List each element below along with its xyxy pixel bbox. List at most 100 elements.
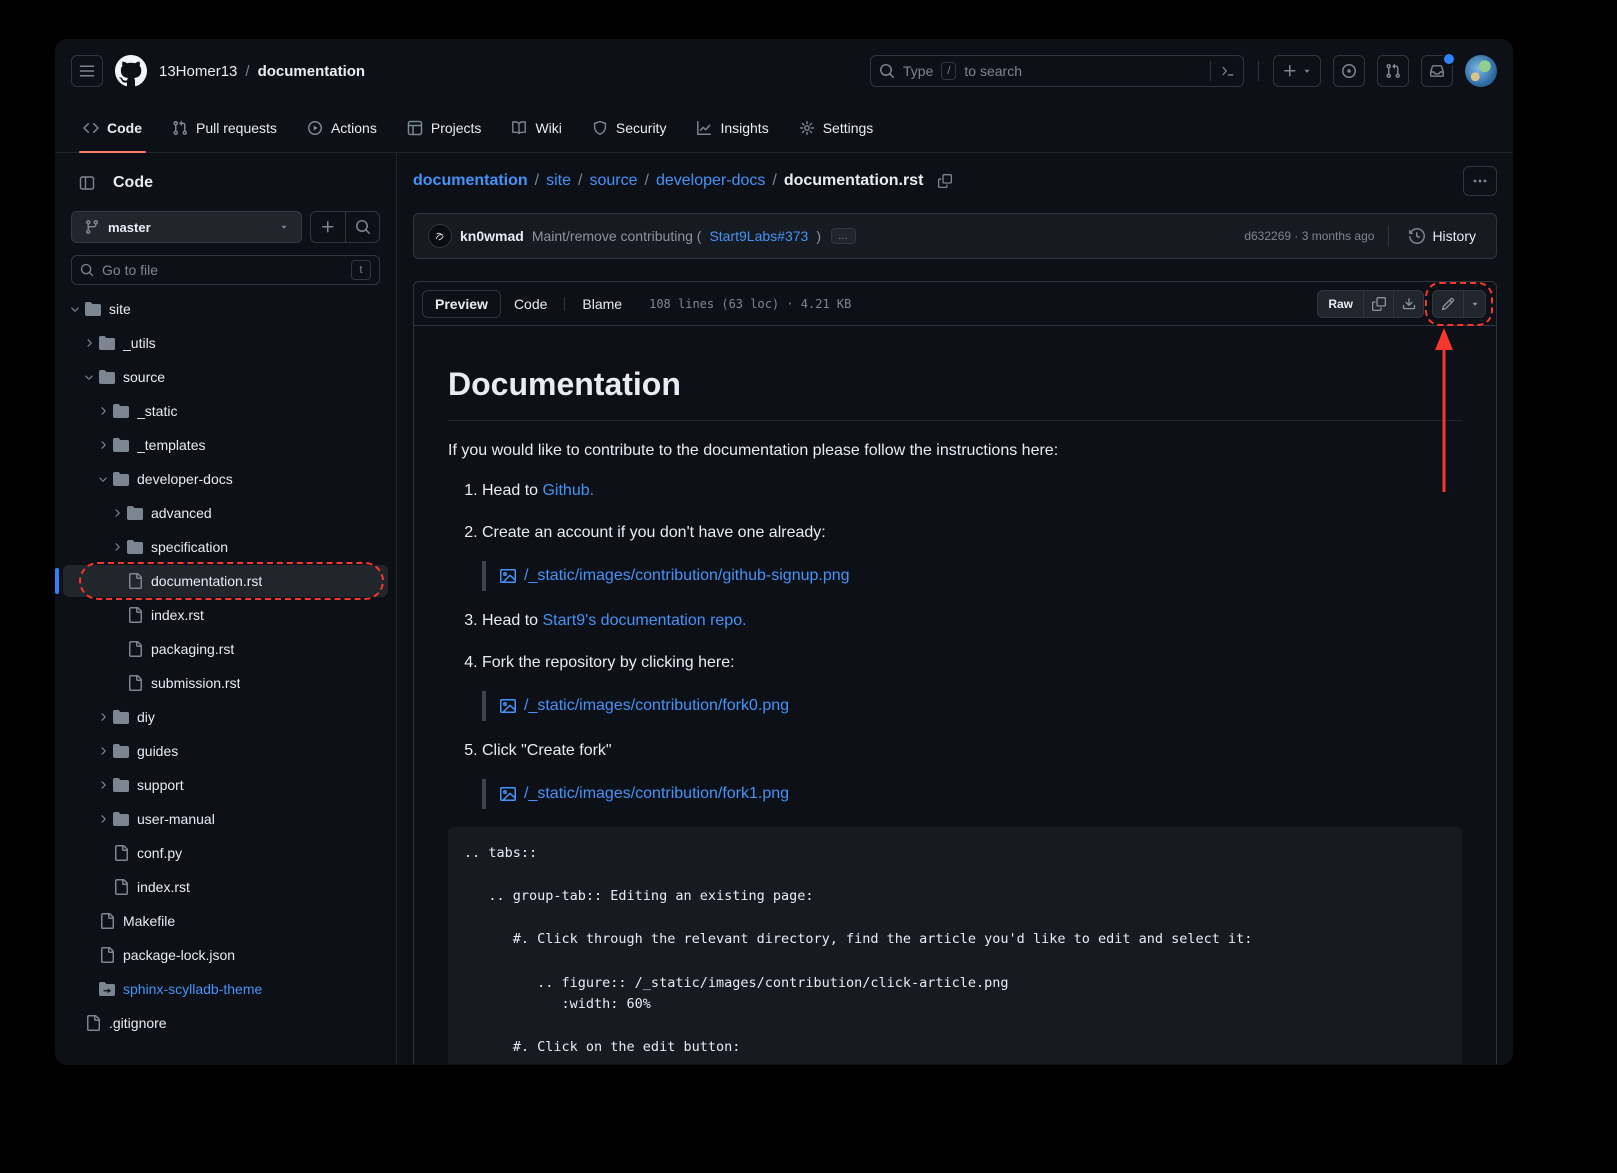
instruction-step: Head to Start9's documentation repo. bbox=[482, 609, 1462, 633]
tree-item-developer-docs[interactable]: developer-docs bbox=[63, 463, 388, 495]
tree-item-Makefile[interactable]: Makefile bbox=[63, 905, 388, 937]
tree-item-_static[interactable]: _static bbox=[63, 395, 388, 427]
tab-wiki[interactable]: Wiki bbox=[499, 103, 573, 152]
chevron-right-icon bbox=[111, 507, 123, 519]
tree-item-user-manual[interactable]: user-manual bbox=[63, 803, 388, 835]
file-actions-kebab-button[interactable] bbox=[1463, 166, 1497, 196]
breadcrumb-link-site[interactable]: site bbox=[546, 172, 571, 190]
tab-blame[interactable]: Blame bbox=[569, 290, 635, 318]
tab-security[interactable]: Security bbox=[580, 103, 679, 152]
tree-item-index.rst[interactable]: index.rst bbox=[63, 871, 388, 903]
github-link[interactable]: Github. bbox=[542, 482, 594, 499]
broken-image-icon bbox=[500, 568, 516, 584]
collapse-file-tree-button[interactable] bbox=[71, 167, 103, 199]
tree-item-packaging.rst[interactable]: packaging.rst bbox=[63, 633, 388, 665]
add-file-button[interactable] bbox=[311, 212, 345, 242]
graph-icon bbox=[696, 120, 712, 136]
file-toolbar: Preview Code Blame 108 lines (63 loc) · … bbox=[414, 282, 1496, 326]
breadcrumb-link-source[interactable]: source bbox=[589, 172, 637, 190]
file-tree-sidebar: Code master Go to file t site_utilssourc… bbox=[55, 153, 397, 1064]
tree-item-conf.py[interactable]: conf.py bbox=[63, 837, 388, 869]
tree-item-advanced[interactable]: advanced bbox=[63, 497, 388, 529]
broken-image-icon bbox=[500, 786, 516, 802]
start9-docs-repo-link[interactable]: Start9's documentation repo. bbox=[542, 612, 746, 629]
copy-path-button[interactable] bbox=[933, 169, 957, 193]
triangle-down-icon bbox=[1470, 299, 1480, 309]
breadcrumb-link-repo[interactable]: documentation bbox=[413, 172, 528, 190]
tab-insights[interactable]: Insights bbox=[684, 103, 780, 152]
tree-item-guides[interactable]: guides bbox=[63, 735, 388, 767]
tab-preview[interactable]: Preview bbox=[422, 290, 501, 318]
attachment-link[interactable]: /_static/images/contribution/fork1.png bbox=[524, 782, 789, 806]
tree-item-source[interactable]: source bbox=[63, 361, 388, 393]
inbox-button[interactable] bbox=[1421, 55, 1453, 87]
broken-image-icon bbox=[500, 698, 516, 714]
copy-raw-button[interactable] bbox=[1363, 291, 1393, 317]
pull-requests-button[interactable] bbox=[1377, 55, 1409, 87]
tree-item-index.rst[interactable]: index.rst bbox=[63, 599, 388, 631]
tree-item-.gitignore[interactable]: .gitignore bbox=[63, 1007, 388, 1039]
tree-item-specification[interactable]: specification bbox=[63, 531, 388, 563]
breadcrumb-separator: / bbox=[645, 172, 649, 190]
commit-divider bbox=[1388, 226, 1389, 246]
edit-dropdown-button[interactable] bbox=[1463, 291, 1485, 317]
global-nav-menu-button[interactable] bbox=[71, 55, 103, 87]
context-repo-link[interactable]: documentation bbox=[258, 63, 366, 80]
file-meta: 108 lines (63 loc) · 4.21 KB bbox=[649, 297, 851, 311]
folder-icon bbox=[85, 301, 101, 317]
edit-file-button[interactable] bbox=[1433, 291, 1463, 317]
tree-item-label: user-manual bbox=[137, 811, 215, 827]
attachment-link[interactable]: /_static/images/contribution/github-sign… bbox=[524, 564, 850, 588]
kebab-icon bbox=[1472, 173, 1488, 189]
context-owner-link[interactable]: 13Homer13 bbox=[159, 63, 237, 80]
breadcrumb-separator: / bbox=[535, 172, 539, 190]
commit-pr-link[interactable]: Start9Labs#373 bbox=[709, 228, 808, 244]
issues-button[interactable] bbox=[1333, 55, 1365, 87]
commit-description-toggle[interactable]: … bbox=[831, 228, 856, 244]
tree-item-label: diy bbox=[137, 709, 155, 725]
tree-item-sphinx-scylladb-theme[interactable]: sphinx-scylladb-theme bbox=[63, 973, 388, 1005]
tab-actions[interactable]: Actions bbox=[295, 103, 389, 152]
tab-code-view[interactable]: Code bbox=[501, 290, 560, 318]
git-pull-request-icon bbox=[172, 120, 188, 136]
download-raw-button[interactable] bbox=[1393, 291, 1423, 317]
commit-author[interactable]: kn0wmad bbox=[460, 228, 524, 244]
chevron-right-icon bbox=[97, 439, 109, 451]
user-avatar[interactable] bbox=[1465, 55, 1497, 87]
tree-item-_utils[interactable]: _utils bbox=[63, 327, 388, 359]
command-palette-icon[interactable] bbox=[1210, 61, 1235, 81]
tree-item-submission.rst[interactable]: submission.rst bbox=[63, 667, 388, 699]
chevron-right-icon bbox=[83, 337, 95, 349]
github-logo[interactable] bbox=[115, 55, 147, 87]
tree-item-package-lock.json[interactable]: package-lock.json bbox=[63, 939, 388, 971]
create-new-button[interactable] bbox=[1273, 55, 1321, 87]
commit-author-avatar[interactable] bbox=[428, 224, 452, 248]
tree-item-documentation.rst[interactable]: documentation.rst bbox=[63, 565, 388, 597]
tree-item-support[interactable]: support bbox=[63, 769, 388, 801]
doc-title: Documentation bbox=[448, 360, 1462, 421]
search-this-repo-button[interactable] bbox=[345, 212, 379, 242]
tab-label: Code bbox=[107, 120, 142, 136]
file-tree: site_utilssource_static_templatesdevelop… bbox=[63, 293, 388, 1039]
tab-label: Actions bbox=[331, 120, 377, 136]
plus-icon bbox=[320, 219, 336, 235]
history-button[interactable]: History bbox=[1403, 227, 1482, 245]
global-search-input[interactable]: Type / to search bbox=[870, 55, 1244, 87]
tree-item-site[interactable]: site bbox=[63, 293, 388, 325]
raw-button[interactable]: Raw bbox=[1318, 291, 1363, 317]
go-to-file-input[interactable]: Go to file t bbox=[71, 255, 380, 285]
tree-item-diy[interactable]: diy bbox=[63, 701, 388, 733]
tree-item-_templates[interactable]: _templates bbox=[63, 429, 388, 461]
file-icon bbox=[113, 845, 129, 861]
seg-divider bbox=[564, 297, 565, 311]
tab-projects[interactable]: Projects bbox=[395, 103, 494, 152]
branch-selector[interactable]: master bbox=[71, 211, 302, 243]
chevron-down-icon bbox=[69, 303, 81, 315]
attachment-link[interactable]: /_static/images/contribution/fork0.png bbox=[524, 694, 789, 718]
tab-pull-requests[interactable]: Pull requests bbox=[160, 103, 289, 152]
breadcrumb-link-developer-docs[interactable]: developer-docs bbox=[656, 172, 765, 190]
issue-opened-icon bbox=[1341, 63, 1357, 79]
tab-code[interactable]: Code bbox=[71, 103, 154, 152]
folder-icon bbox=[113, 403, 129, 419]
tab-settings[interactable]: Settings bbox=[787, 103, 886, 152]
